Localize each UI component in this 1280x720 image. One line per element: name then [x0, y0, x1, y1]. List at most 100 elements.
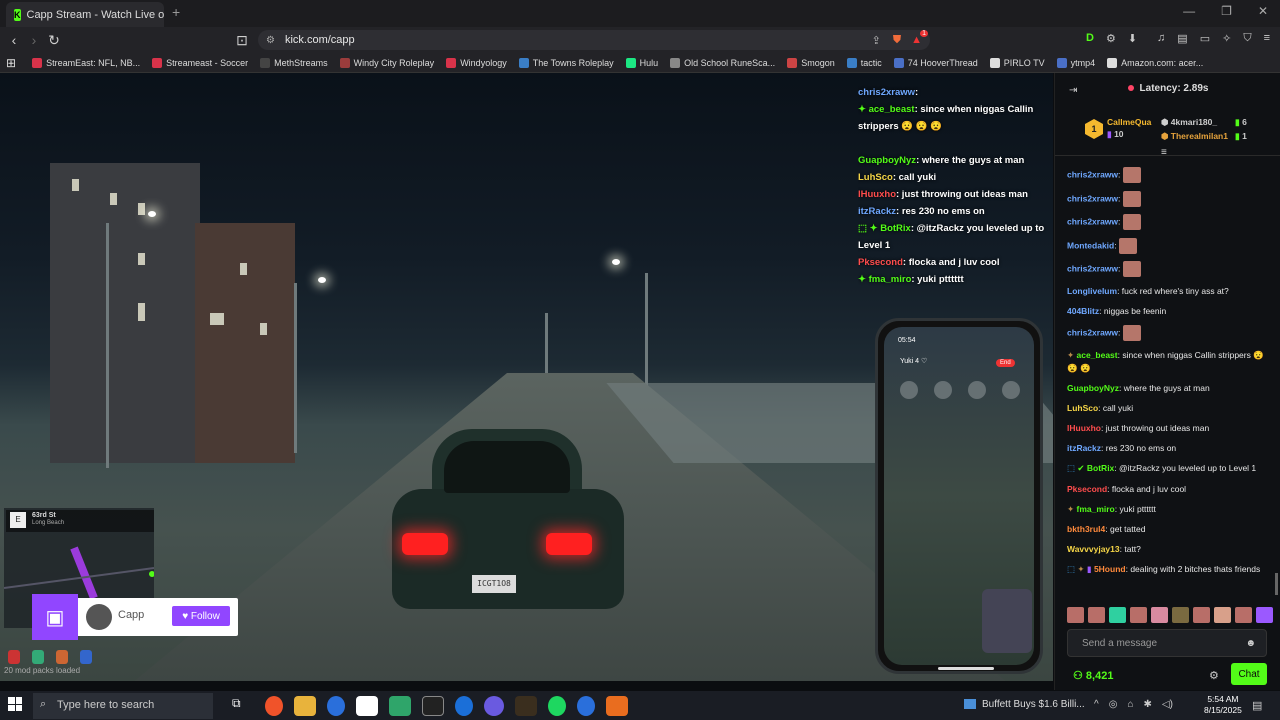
tray-app-icon[interactable]: ◎ — [1109, 699, 1118, 710]
emoji-picker-icon[interactable]: ☻ — [1245, 638, 1256, 649]
send-message-input[interactable]: Send a message ☻ — [1067, 629, 1267, 657]
bookmark-item[interactable]: PIRLO TV — [989, 57, 1045, 68]
streamer-name: Capp — [118, 609, 145, 621]
wallet-icon[interactable]: ▭ — [1200, 32, 1210, 45]
armor-icon — [32, 650, 44, 664]
file-explorer-icon[interactable] — [294, 696, 316, 716]
kick-favicon-icon: K — [14, 8, 21, 21]
download-icon[interactable]: ⬇ — [1128, 32, 1137, 45]
leader-name[interactable]: CallmeQua — [1107, 117, 1151, 127]
district-name: Long Beach — [32, 520, 65, 526]
emote-option[interactable] — [1151, 607, 1168, 623]
close-window-icon[interactable]: ✕ — [1258, 4, 1268, 18]
chat-message: Longlivelum: fuck red where's tiny ass a… — [1067, 285, 1229, 296]
vpn-icon[interactable]: ⛉ — [1243, 32, 1251, 45]
emote — [1122, 214, 1141, 231]
brave-shield-icon[interactable]: ⛊ — [893, 34, 901, 47]
notifications-icon[interactable]: ▤ — [1252, 699, 1262, 712]
network-icon[interactable]: ⌂ — [1127, 699, 1133, 710]
spotify-icon[interactable] — [548, 696, 566, 716]
bookmark-icon[interactable]: ⊡ — [232, 32, 252, 49]
back-icon[interactable]: ‹ — [4, 32, 24, 48]
app-icon[interactable] — [577, 696, 595, 716]
app-icon[interactable] — [422, 696, 444, 716]
app-icon[interactable] — [356, 696, 378, 716]
bookmark-item[interactable]: Old School RuneSca... — [670, 57, 775, 68]
browser-tab[interactable]: K Capp Stream - Watch Live on ✕ — [6, 2, 164, 27]
url-field[interactable]: ⚙ kick.com/capp ⇪ ⛊ ▲ 1 — [258, 30, 930, 50]
emote-option[interactable] — [1172, 607, 1189, 623]
bookmark-item[interactable]: Hulu — [625, 57, 658, 68]
emote-option[interactable] — [1130, 607, 1147, 623]
emote-option[interactable] — [1088, 607, 1105, 623]
apps-grid-icon[interactable]: ⊞ — [6, 56, 16, 70]
window — [138, 203, 145, 215]
leo-icon[interactable]: ✧ — [1222, 32, 1231, 45]
app-icon[interactable] — [455, 696, 473, 716]
search-icon: ⌕ — [40, 698, 47, 710]
bookmark-item[interactable]: Windy City Roleplay — [339, 57, 434, 68]
window — [72, 179, 79, 191]
bookmark-item[interactable]: ytmp4 — [1056, 57, 1095, 68]
app-icon[interactable] — [327, 696, 345, 716]
site-settings-icon[interactable]: ⚙ — [266, 35, 275, 46]
news-widget[interactable]: Buffett Buys $1.6 Billi... — [964, 699, 1085, 710]
bookmark-item[interactable]: Windyology — [446, 57, 507, 68]
emote-option[interactable] — [1109, 607, 1126, 623]
menu-icon[interactable]: ≡ — [1264, 32, 1270, 45]
emote — [1122, 325, 1141, 342]
bookmark-item[interactable]: 74 HooverThread — [893, 57, 978, 68]
taskbar-search[interactable]: ⌕ Type here to search — [33, 693, 213, 719]
app-icon[interactable] — [389, 696, 411, 716]
task-view-icon[interactable]: ⧉ — [232, 696, 254, 716]
emote-option[interactable] — [1214, 607, 1231, 623]
viewers-icon: ⚇ — [1073, 670, 1086, 682]
clock[interactable]: 5:54 AM 8/15/2025 — [1204, 694, 1242, 716]
emote-option[interactable] — [1256, 607, 1273, 623]
divider — [1055, 155, 1280, 156]
chat-message: Montedakid: — [1067, 237, 1273, 254]
bookmark-item[interactable]: StreamEast: NFL, NB... — [32, 57, 140, 68]
start-button[interactable] — [8, 697, 22, 711]
volume-icon[interactable]: ◁) — [1162, 699, 1173, 710]
chat-send-button[interactable]: Chat — [1231, 663, 1267, 685]
thirst-icon — [80, 650, 92, 664]
app-icon[interactable] — [515, 696, 537, 716]
reload-icon[interactable]: ↻ — [44, 32, 64, 49]
camera-icon — [1002, 381, 1020, 399]
bookmark-item[interactable]: Streameast - Soccer — [152, 57, 248, 68]
chat-message: lHuuxho: just throwing out ideas man — [1067, 423, 1210, 434]
tray-expand-icon[interactable]: ^ — [1094, 699, 1099, 710]
extension-icon[interactable]: ⚙ — [1106, 32, 1116, 45]
bluetooth-icon[interactable]: ✱ — [1143, 699, 1151, 710]
chat-settings-icon[interactable]: ⚙ — [1209, 669, 1219, 682]
leader-name[interactable]: ⬢ Therealmilan1 — [1161, 131, 1228, 142]
app-icon[interactable] — [606, 696, 628, 716]
follow-button: ♥ Follow — [172, 606, 230, 626]
extension-d-icon[interactable]: D — [1086, 32, 1094, 45]
forward-icon[interactable]: › — [24, 32, 44, 48]
brave-app-icon[interactable] — [265, 696, 283, 716]
emote-option[interactable] — [1235, 607, 1252, 623]
emote-option[interactable] — [1067, 607, 1084, 623]
share-icon[interactable]: ⇪ — [872, 34, 881, 47]
avatar — [86, 604, 112, 630]
new-tab-icon[interactable]: + — [172, 4, 180, 20]
bookmark-item[interactable]: Smogon — [787, 57, 835, 68]
maximize-icon[interactable]: ❐ — [1221, 4, 1232, 18]
sidebar-icon[interactable]: ▤ — [1177, 32, 1187, 45]
chat-scrollbar[interactable] — [1275, 573, 1278, 595]
rewards-icon[interactable]: ▲ 1 — [911, 30, 928, 46]
expand-leaderboard-icon[interactable]: ≡ — [1161, 147, 1167, 158]
media-icon[interactable]: ♫ — [1157, 32, 1165, 45]
leader-name[interactable]: ⬢ 4kmari180_ — [1161, 117, 1217, 128]
bookmark-item[interactable]: The Towns Roleplay — [518, 57, 614, 68]
news-icon — [964, 699, 976, 710]
emote-option[interactable] — [1193, 607, 1210, 623]
windows-taskbar: ⌕ Type here to search ⧉ Buffett Buys $1.… — [0, 691, 1280, 720]
bookmark-item[interactable]: Amazon.com: acer... — [1107, 57, 1203, 68]
bookmark-item[interactable]: tactic — [846, 57, 882, 68]
discord-icon[interactable] — [484, 696, 504, 716]
minimize-icon[interactable]: — — [1183, 4, 1195, 18]
bookmark-item[interactable]: MethStreams — [260, 57, 328, 68]
